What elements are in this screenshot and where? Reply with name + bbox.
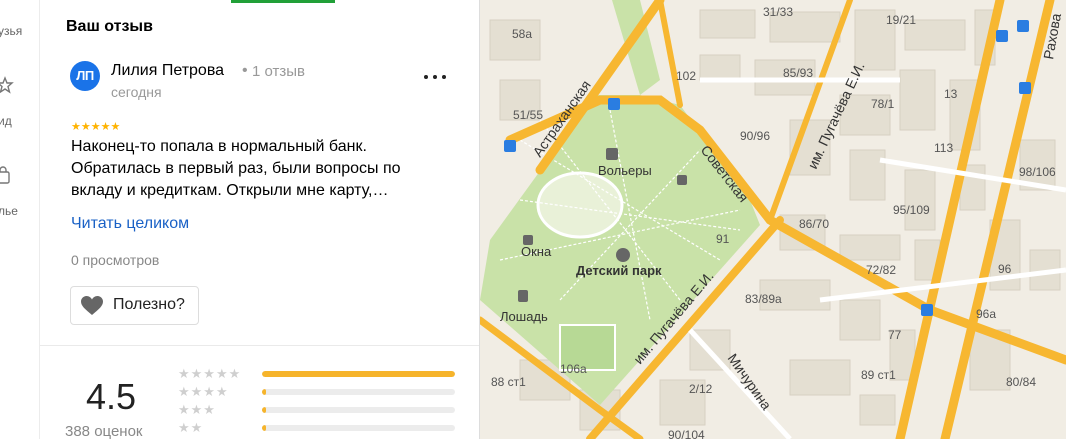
- author-review-count: 1 отзыв: [252, 63, 306, 80]
- review-stars: ★★★★★: [71, 121, 121, 133]
- bus-stop-icon: [996, 30, 1008, 42]
- svg-text:77: 77: [888, 328, 902, 342]
- bus-stop-icon: [608, 98, 620, 110]
- svg-text:58а: 58а: [512, 27, 532, 41]
- useful-button[interactable]: Полезно?: [70, 286, 199, 325]
- svg-text:90/96: 90/96: [740, 129, 770, 143]
- attraction-icon: [523, 235, 533, 245]
- svg-text:90/104: 90/104: [668, 428, 705, 439]
- author-name[interactable]: Лилия Петрова: [111, 62, 224, 80]
- svg-text:96а: 96а: [976, 307, 996, 321]
- bag-icon[interactable]: [0, 166, 12, 184]
- ratings-count[interactable]: 388 оценок: [65, 423, 143, 439]
- svg-text:85/93: 85/93: [783, 66, 813, 80]
- dist-fill-5: [262, 371, 455, 377]
- dist-fill-3: [262, 407, 266, 413]
- useful-label: Полезно?: [113, 296, 185, 313]
- landmark-icon: [677, 175, 687, 185]
- svg-text:98/106: 98/106: [1019, 165, 1056, 179]
- review-panel: Ваш отзыв ЛП Лилия Петрова • 1 отзыв сег…: [40, 0, 480, 439]
- active-tab-indicator: [231, 0, 335, 3]
- svg-text:91: 91: [716, 232, 730, 246]
- star-outline-icon[interactable]: [0, 76, 14, 94]
- map-canvas[interactable]: 31/33 19/21 58а 102 85/93 78/1 13 51/55 …: [480, 0, 1066, 439]
- meta-separator: •: [242, 62, 248, 79]
- dist-stars-4: ★★★★: [178, 384, 229, 399]
- dist-bar-2: [262, 425, 455, 431]
- review-date: сегодня: [111, 84, 162, 100]
- svg-text:113: 113: [934, 141, 953, 155]
- poi-detskiy-park: Детский парк: [576, 263, 662, 278]
- left-rail: узья ид лье: [0, 0, 40, 439]
- more-options-icon[interactable]: [422, 68, 448, 84]
- svg-text:51/55: 51/55: [513, 108, 543, 122]
- svg-text:72/82: 72/82: [866, 263, 896, 277]
- svg-text:96: 96: [998, 262, 1012, 276]
- svg-text:80/84: 80/84: [1006, 375, 1036, 389]
- review-text: Наконец-то попала в нормальный банк. Обр…: [71, 138, 401, 199]
- average-rating: 4.5: [86, 376, 137, 417]
- bus-stop-icon: [1019, 82, 1031, 94]
- poi-volery: Вольеры: [598, 163, 652, 178]
- bus-stop-icon: [1017, 20, 1029, 32]
- map-view[interactable]: 31/33 19/21 58а 102 85/93 78/1 13 51/55 …: [480, 0, 1066, 439]
- rail-item-friends-label[interactable]: узья: [0, 24, 22, 38]
- read-more-link[interactable]: Читать целиком: [71, 215, 189, 233]
- dist-fill-2: [262, 425, 266, 431]
- svg-text:95/109: 95/109: [893, 203, 930, 217]
- svg-text:102: 102: [676, 69, 696, 83]
- views-count: 0 просмотров: [71, 252, 160, 268]
- svg-text:89 ст1: 89 ст1: [861, 368, 896, 382]
- svg-text:78/1: 78/1: [871, 97, 895, 111]
- svg-text:13: 13: [944, 87, 958, 101]
- poi-loshad: Лошадь: [500, 309, 548, 324]
- rail-item-view-label[interactable]: ид: [0, 114, 12, 128]
- heart-icon: [81, 296, 103, 315]
- dist-bar-3: [262, 407, 455, 413]
- dist-bar-4: [262, 389, 455, 395]
- rail-item-other-label[interactable]: лье: [0, 204, 18, 218]
- svg-text:86/70: 86/70: [799, 217, 829, 231]
- stadium: [536, 171, 624, 239]
- svg-text:2/12: 2/12: [689, 382, 713, 396]
- svg-text:19/21: 19/21: [886, 13, 916, 27]
- dist-bar-5: [262, 371, 455, 377]
- svg-text:88 ст1: 88 ст1: [491, 375, 526, 389]
- svg-text:106а: 106а: [560, 362, 587, 376]
- bus-stop-icon: [504, 140, 516, 152]
- dist-stars-5: ★★★★★: [178, 366, 242, 381]
- dist-stars-2: ★★: [178, 420, 204, 435]
- avatar[interactable]: ЛП: [70, 61, 100, 91]
- divider: [40, 345, 479, 346]
- museum-icon: [606, 148, 618, 160]
- horse-icon: [518, 290, 528, 302]
- dist-stars-3: ★★★: [178, 402, 216, 417]
- svg-text:31/33: 31/33: [763, 5, 793, 19]
- bus-stop-icon: [921, 304, 933, 316]
- dist-fill-4: [262, 389, 266, 395]
- poi-okna: Окна: [521, 244, 552, 259]
- svg-text:83/89а: 83/89а: [745, 292, 782, 306]
- park-icon: [616, 248, 630, 262]
- panel-title: Ваш отзыв: [66, 18, 153, 35]
